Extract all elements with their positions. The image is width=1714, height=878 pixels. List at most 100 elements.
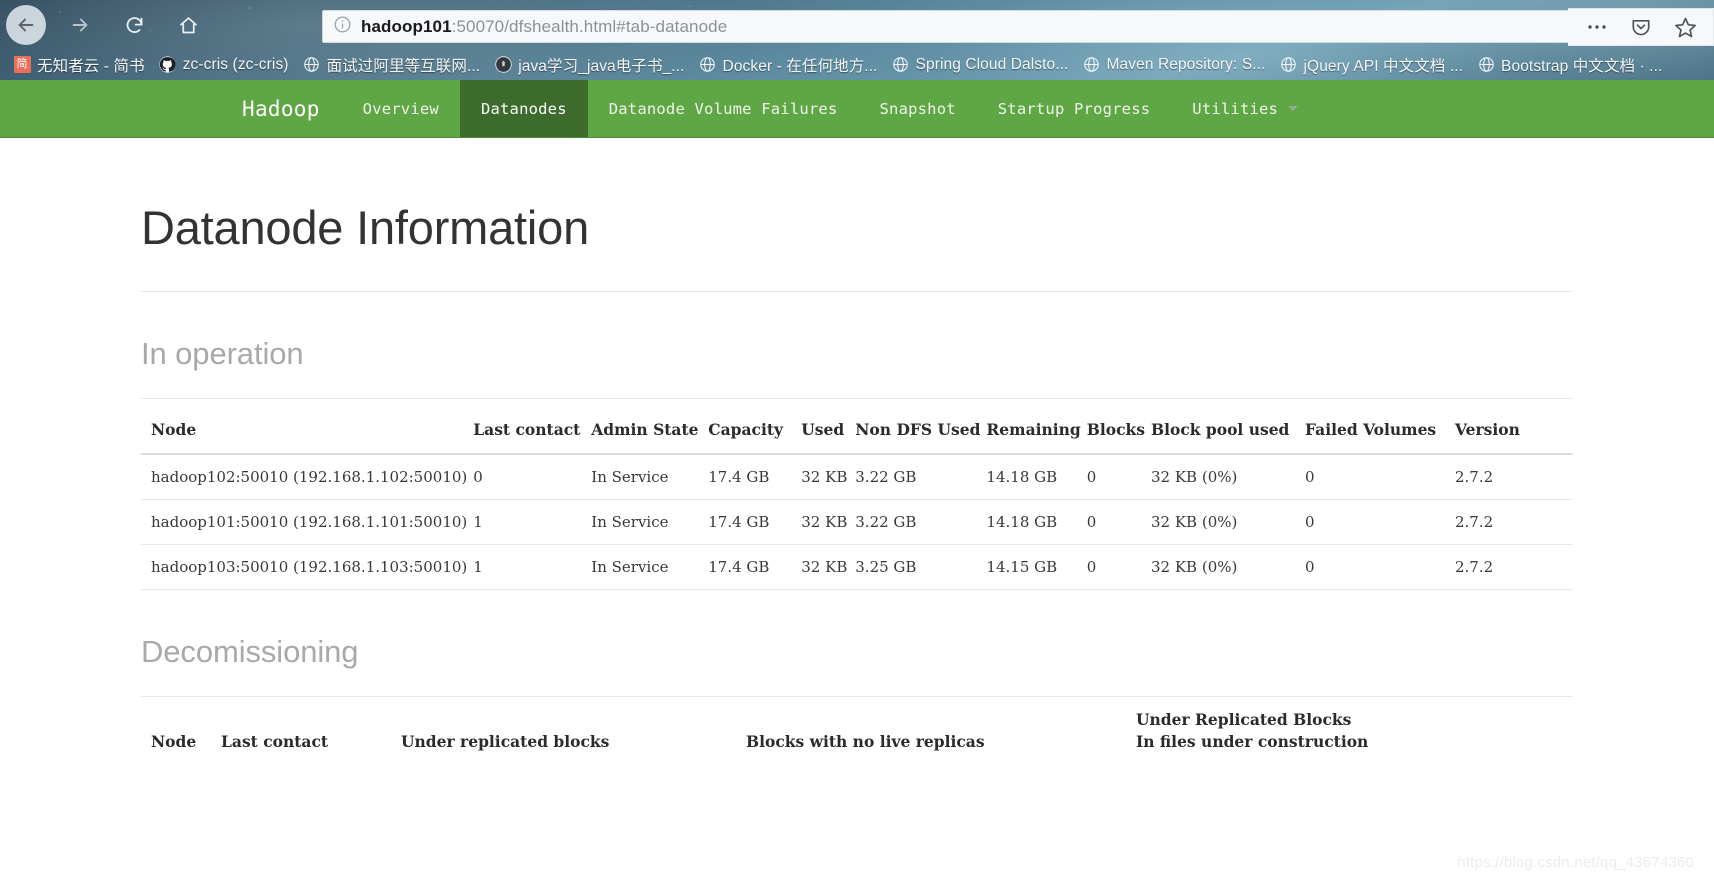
cell-last-contact: 1 (473, 499, 592, 546)
url-host: hadoop101 (361, 16, 452, 36)
cell-version: 2.7.2 (1455, 499, 1573, 546)
cell-node[interactable]: hadoop101:50010 (192.168.1.101:50010) (141, 499, 474, 546)
bookmark-item[interactable]: Spring Cloud Dalsto... (888, 51, 1079, 79)
star-icon[interactable] (1674, 16, 1697, 39)
bookmark-item[interactable]: zc-cris (zc-cris) (155, 51, 299, 79)
cell-admin-state: In Service (591, 499, 709, 546)
address-bar-text: hadoop101:50070/dfshealth.html#tab-datan… (361, 17, 727, 37)
table-row[interactable]: hadoop103:50010 (192.168.1.103:50010) 1 … (141, 544, 1573, 591)
dark-circle-icon (494, 56, 512, 74)
home-button[interactable] (168, 5, 208, 45)
cell-node[interactable]: hadoop103:50010 (192.168.1.103:50010) (141, 544, 474, 591)
address-bar[interactable]: hadoop101:50070/dfshealth.html#tab-datan… (322, 10, 1572, 43)
col-header-node[interactable]: Node (141, 407, 474, 456)
cell-failed-volumes: 0 (1305, 544, 1455, 591)
jianshu-icon: 简 (13, 56, 31, 74)
cell-non-dfs-used: 3.22 GB (855, 454, 987, 501)
cell-version: 2.7.2 (1455, 544, 1573, 591)
col-header-blocks-no-live-replicas[interactable]: Blocks with no live replicas (746, 697, 1136, 765)
nav-item-utilities[interactable]: Utilities (1171, 80, 1319, 137)
bookmark-label: Spring Cloud Dalsto... (915, 55, 1069, 73)
nav-item-overview[interactable]: Overview (342, 80, 460, 137)
globe-icon (1280, 56, 1298, 74)
cell-capacity: 17.4 GB (708, 544, 802, 591)
col-header-failed-volumes[interactable]: Failed Volumes (1305, 407, 1455, 456)
table-header-row: Node Last contact Under replicated block… (141, 697, 1573, 765)
col-header-urbc-line1: Under Replicated Blocks (1136, 710, 1352, 730)
forward-arrow-icon (69, 14, 91, 36)
cell-admin-state: In Service (591, 454, 709, 501)
col-header-blocks[interactable]: Blocks (1086, 407, 1151, 456)
nav-item-datanodes[interactable]: Datanodes (459, 80, 588, 137)
globe-icon (699, 56, 717, 74)
bookmark-item[interactable]: Bootstrap 中文文档 · ... (1473, 51, 1672, 79)
globe-icon (1083, 56, 1101, 74)
bookmark-label: java学习_java电子书_... (518, 57, 685, 75)
chevron-down-icon (1288, 106, 1299, 111)
in-operation-table-body: hadoop102:50010 (192.168.1.102:50010) 0 … (141, 454, 1573, 591)
table-row[interactable]: hadoop102:50010 (192.168.1.102:50010) 0 … (141, 454, 1573, 501)
col-header-non-dfs-used[interactable]: Non DFS Used (855, 407, 987, 456)
bookmark-item[interactable]: 简 无知者云 - 简书 (9, 51, 155, 79)
col-header-capacity[interactable]: Capacity (708, 407, 802, 456)
table-row[interactable]: hadoop101:50010 (192.168.1.101:50010) 1 … (141, 499, 1573, 546)
nav-item-startup-progress[interactable]: Startup Progress (977, 80, 1172, 137)
nav-item-datanode-volume-failures[interactable]: Datanode Volume Failures (588, 80, 859, 137)
browser-chrome: hadoop101:50070/dfshealth.html#tab-datan… (0, 0, 1714, 80)
bookmark-label: Docker - 在任何地方... (722, 57, 878, 75)
cell-remaining: 14.18 GB (986, 454, 1087, 501)
col-header-admin-state[interactable]: Admin State (591, 407, 709, 456)
bookmark-label: zc-cris (zc-cris) (182, 55, 289, 73)
col-header-last-contact[interactable]: Last contact (221, 697, 401, 765)
hadoop-brand[interactable]: Hadoop (220, 80, 342, 137)
bookmark-label: Bootstrap 中文文档 · ... (1501, 57, 1663, 75)
bookmark-label: 无知者云 - 简书 (37, 57, 145, 75)
col-header-used[interactable]: Used (801, 407, 856, 456)
back-button[interactable] (6, 5, 46, 45)
col-header-version[interactable]: Version (1455, 407, 1573, 456)
bookmarks-bar: 简 无知者云 - 简书 zc-cris (zc-cris) 面试过阿里等互联网.… (0, 49, 1714, 80)
bookmark-item[interactable]: java学习_java电子书_... (490, 51, 694, 79)
cell-last-contact: 1 (473, 544, 592, 591)
col-header-remaining[interactable]: Remaining (986, 407, 1087, 456)
cell-block-pool-used: 32 KB (0%) (1151, 454, 1305, 501)
bookmark-label: Maven Repository: S... (1106, 55, 1266, 73)
watermark: https://blog.csdn.net/qq_43674360 (1457, 854, 1694, 871)
col-header-under-replicated-blocks[interactable]: Under replicated blocks (401, 697, 746, 765)
cell-failed-volumes: 0 (1305, 499, 1455, 546)
ellipsis-icon[interactable] (1586, 22, 1608, 32)
info-circle-icon[interactable] (333, 15, 352, 39)
bookmark-item[interactable]: 面试过阿里等互联网... (299, 51, 491, 79)
globe-icon (1477, 56, 1495, 74)
reload-button[interactable] (114, 5, 154, 45)
pocket-icon[interactable] (1630, 16, 1652, 38)
globe-icon (892, 56, 910, 74)
cell-capacity: 17.4 GB (708, 454, 802, 501)
col-header-under-replicated-blocks-in-files-under-construction[interactable]: Under Replicated Blocks In files under c… (1136, 697, 1573, 765)
back-arrow-icon (15, 14, 37, 36)
url-path: :50070/dfshealth.html#tab-datanode (451, 16, 728, 36)
browser-toolbar-right (1568, 8, 1714, 46)
col-header-last-contact[interactable]: Last contact (473, 407, 592, 456)
cell-remaining: 14.18 GB (986, 499, 1087, 546)
bookmark-item[interactable]: Maven Repository: S... (1079, 51, 1276, 79)
bookmark-item[interactable]: jQuery API 中文文档 ... (1276, 51, 1474, 79)
cell-block-pool-used: 32 KB (0%) (1151, 499, 1305, 546)
cell-used: 32 KB (801, 499, 856, 546)
cell-failed-volumes: 0 (1305, 454, 1455, 501)
cell-admin-state: In Service (591, 544, 709, 591)
forward-button[interactable] (60, 5, 100, 45)
nav-item-utilities-label: Utilities (1192, 99, 1279, 118)
cell-node[interactable]: hadoop102:50010 (192.168.1.102:50010) (141, 454, 474, 501)
cell-non-dfs-used: 3.25 GB (855, 544, 987, 591)
col-header-block-pool-used[interactable]: Block pool used (1151, 407, 1305, 456)
globe-icon (303, 56, 321, 74)
bookmark-item[interactable]: Docker - 在任何地方... (695, 51, 888, 79)
in-operation-table: Node Last contact Admin State Capacity U… (141, 407, 1573, 591)
hadoop-navbar: Hadoop Overview Datanodes Datanode Volum… (0, 80, 1714, 138)
nav-item-snapshot[interactable]: Snapshot (859, 80, 977, 137)
content-container: Datanode Information In operation Node L… (141, 138, 1573, 765)
table-header-row: Node Last contact Admin State Capacity U… (141, 407, 1573, 456)
section-title-decomissioning: Decomissioning (141, 634, 359, 670)
col-header-node[interactable]: Node (141, 697, 221, 765)
